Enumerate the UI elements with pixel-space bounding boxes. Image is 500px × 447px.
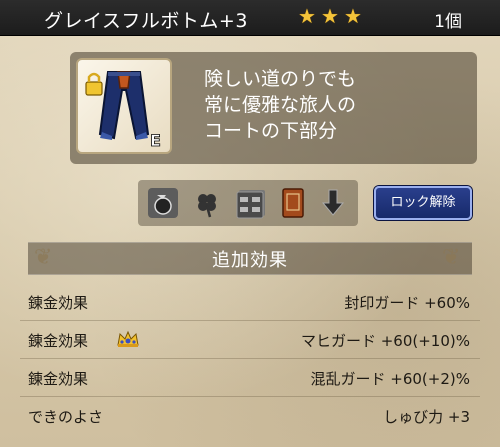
book-icon[interactable]: [276, 186, 310, 220]
effect-value: マヒガード +60(+10)%: [300, 332, 470, 350]
effect-label: 錬金効果: [28, 370, 89, 388]
effect-label: 錬金効果: [28, 294, 89, 312]
description-line-3: コートの下部分: [204, 120, 338, 142]
arrow-down-icon[interactable]: [316, 186, 350, 220]
effect-value: しゅび力 +3: [383, 408, 470, 426]
unlock-button[interactable]: ロック解除: [374, 186, 472, 220]
effect-label: 錬金効果: [28, 332, 89, 350]
item-name: グレイスフルボトム+3: [44, 10, 248, 32]
item-quantity: 1個: [434, 12, 462, 32]
crown-icon: [117, 330, 139, 347]
star-icon: ★: [321, 4, 339, 28]
effect-row: 錬金効果 混乱ガード +60(+2)%: [0, 359, 500, 397]
effect-row: できのよさ しゅび力 +3: [0, 397, 500, 435]
storage-drawer-icon[interactable]: [234, 186, 268, 220]
star-icon: ★: [298, 4, 316, 28]
clover-icon[interactable]: [190, 186, 224, 220]
item-description: 険しい道のりでも 常に優雅な旅人の コートの下部分: [204, 66, 356, 144]
svg-text:E: E: [150, 131, 161, 150]
bag-icon[interactable]: [146, 186, 180, 220]
description-line-2: 常に優雅な旅人の: [204, 94, 357, 116]
effect-row: 錬金効果 封印ガード +60%: [0, 283, 500, 321]
effect-value: 封印ガード +60%: [344, 294, 470, 312]
description-line-1: 険しい道のりでも: [204, 68, 357, 90]
item-header: グレイスフルボトム+3 ★ ★ ★ 1個: [0, 0, 500, 36]
item-icon-frame[interactable]: E: [76, 58, 172, 154]
effect-row: 錬金効果 マヒガード +60(+10)%: [0, 321, 500, 359]
effect-value: 混乱ガード +60(+2)%: [310, 370, 471, 388]
star-icon: ★: [344, 4, 362, 28]
padlock-icon: [85, 72, 103, 96]
section-title: 追加効果: [212, 250, 288, 271]
blue-coat-bottom-icon: E: [85, 71, 161, 150]
quality-stars: ★ ★ ★: [298, 6, 364, 26]
item-detail-screen: グレイスフルボトム+3 ★ ★ ★ 1個 E 険しい道のりでも 常に優雅な旅人の…: [0, 0, 500, 447]
effect-label: できのよさ: [28, 408, 104, 426]
